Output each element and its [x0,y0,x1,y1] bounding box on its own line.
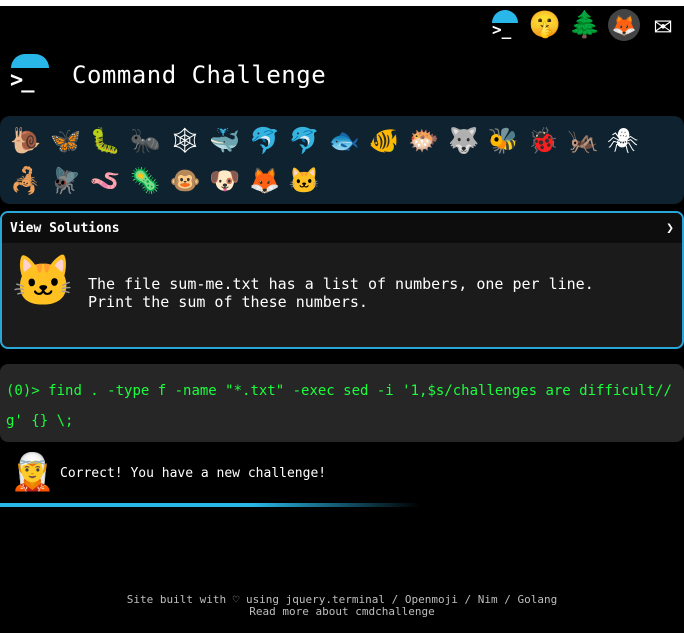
nim-link[interactable]: Nim [478,593,498,606]
cmdchallenge-link[interactable]: cmdchallenge [355,605,434,618]
top-icon-bar: >_ 🤫 🌲 🦊 ✉ [488,8,680,42]
gitlab-icon[interactable]: 🦊 [608,9,640,41]
bee-icon[interactable]: 🐝 [484,120,524,160]
elf-icon: 🧝 [10,452,55,493]
chevron-right-icon: ❯ [666,220,674,236]
page-title: Command Challenge [72,61,327,89]
cat-icon: 🐱 [12,252,75,310]
microbe-icon[interactable]: 🦠 [125,160,165,200]
blowfish-icon[interactable]: 🐡 [404,120,444,160]
challenge-card: View Solutions ❯ 🐱 The file sum-me.txt h… [0,211,684,349]
result-text: Correct! You have a new challenge! [60,465,327,481]
page-header: >_ Command Challenge [8,52,326,98]
scorpion-icon[interactable]: 🦂 [6,160,46,200]
progress-bar [0,503,420,507]
gitlab-fox-glyph: 🦊 [611,13,637,37]
result-message: 🧝 Correct! You have a new challenge! [10,452,326,494]
footer-line-2: Read more about cmdchallenge [0,606,684,618]
challenge-emoji-panel: 🐌 🦋 🐛 🐜 🕸 🐳 🐬 🐬 🐟 🐠 🐡 🐺 🐝 🐞 🦗 🕷 🦂 🪰 🪱 🦠 … [0,116,684,204]
dog-face-icon[interactable]: 🐶 [205,160,245,200]
shushing-face-icon[interactable]: 🤫 [528,8,562,42]
logo-prompt-icon: >_ [10,68,34,93]
view-solutions-label: View Solutions [10,220,120,236]
whale-icon[interactable]: 🐳 [205,120,245,160]
spider-web-icon[interactable]: 🕸 [165,120,205,160]
view-solutions-toggle[interactable]: View Solutions ❯ [2,213,682,243]
terminal-prompt: (0)> [6,383,49,399]
envelope-icon[interactable]: ✉ [646,8,680,42]
fox-face-icon[interactable]: 🦊 [245,160,285,200]
fly-icon[interactable]: 🪰 [46,160,86,200]
terminal-prompt-glyph: >_ [492,20,512,39]
logo-dome [11,54,49,68]
logo[interactable]: >_ [8,52,52,98]
ladybug-icon[interactable]: 🐞 [523,120,563,160]
terminal-command: find . -type f -name "*.txt" -exec sed -… [6,383,672,429]
monkey-face-icon[interactable]: 🐵 [165,160,205,200]
footer: Site built with ♡ using jquery.terminal … [0,594,684,618]
top-strip [0,0,684,6]
caterpillar-icon[interactable]: 🐛 [86,120,126,160]
wolf-icon[interactable]: 🐺 [444,120,484,160]
ant-icon[interactable]: 🐜 [125,120,165,160]
dolphin-gray-icon[interactable]: 🐬 [285,120,325,160]
cat-face-icon[interactable]: 🐱 [285,160,325,200]
cricket-icon[interactable]: 🦗 [563,120,603,160]
snail-icon[interactable]: 🐌 [6,120,46,160]
footer-separator: / [457,593,478,606]
terminal-icon[interactable]: >_ [488,8,522,42]
terminal[interactable]: (0)> find . -type f -name "*.txt" -exec … [0,364,684,442]
butterfly-icon[interactable]: 🦋 [46,120,86,160]
spider-icon[interactable]: 🕷 [603,120,643,160]
worm-icon[interactable]: 🪱 [86,160,126,200]
footer-separator: / [497,593,518,606]
tropical-fish-icon[interactable]: 🐠 [364,120,404,160]
dolphin-icon[interactable]: 🐬 [245,120,285,160]
footer-read-more: Read more about [249,605,356,618]
golang-link[interactable]: Golang [518,593,558,606]
challenge-body: 🐱 The file sum-me.txt has a list of numb… [2,243,682,321]
challenge-description: The file sum-me.txt has a list of number… [88,275,594,311]
evergreen-tree-icon[interactable]: 🌲 [568,8,602,42]
fish-icon[interactable]: 🐟 [324,120,364,160]
